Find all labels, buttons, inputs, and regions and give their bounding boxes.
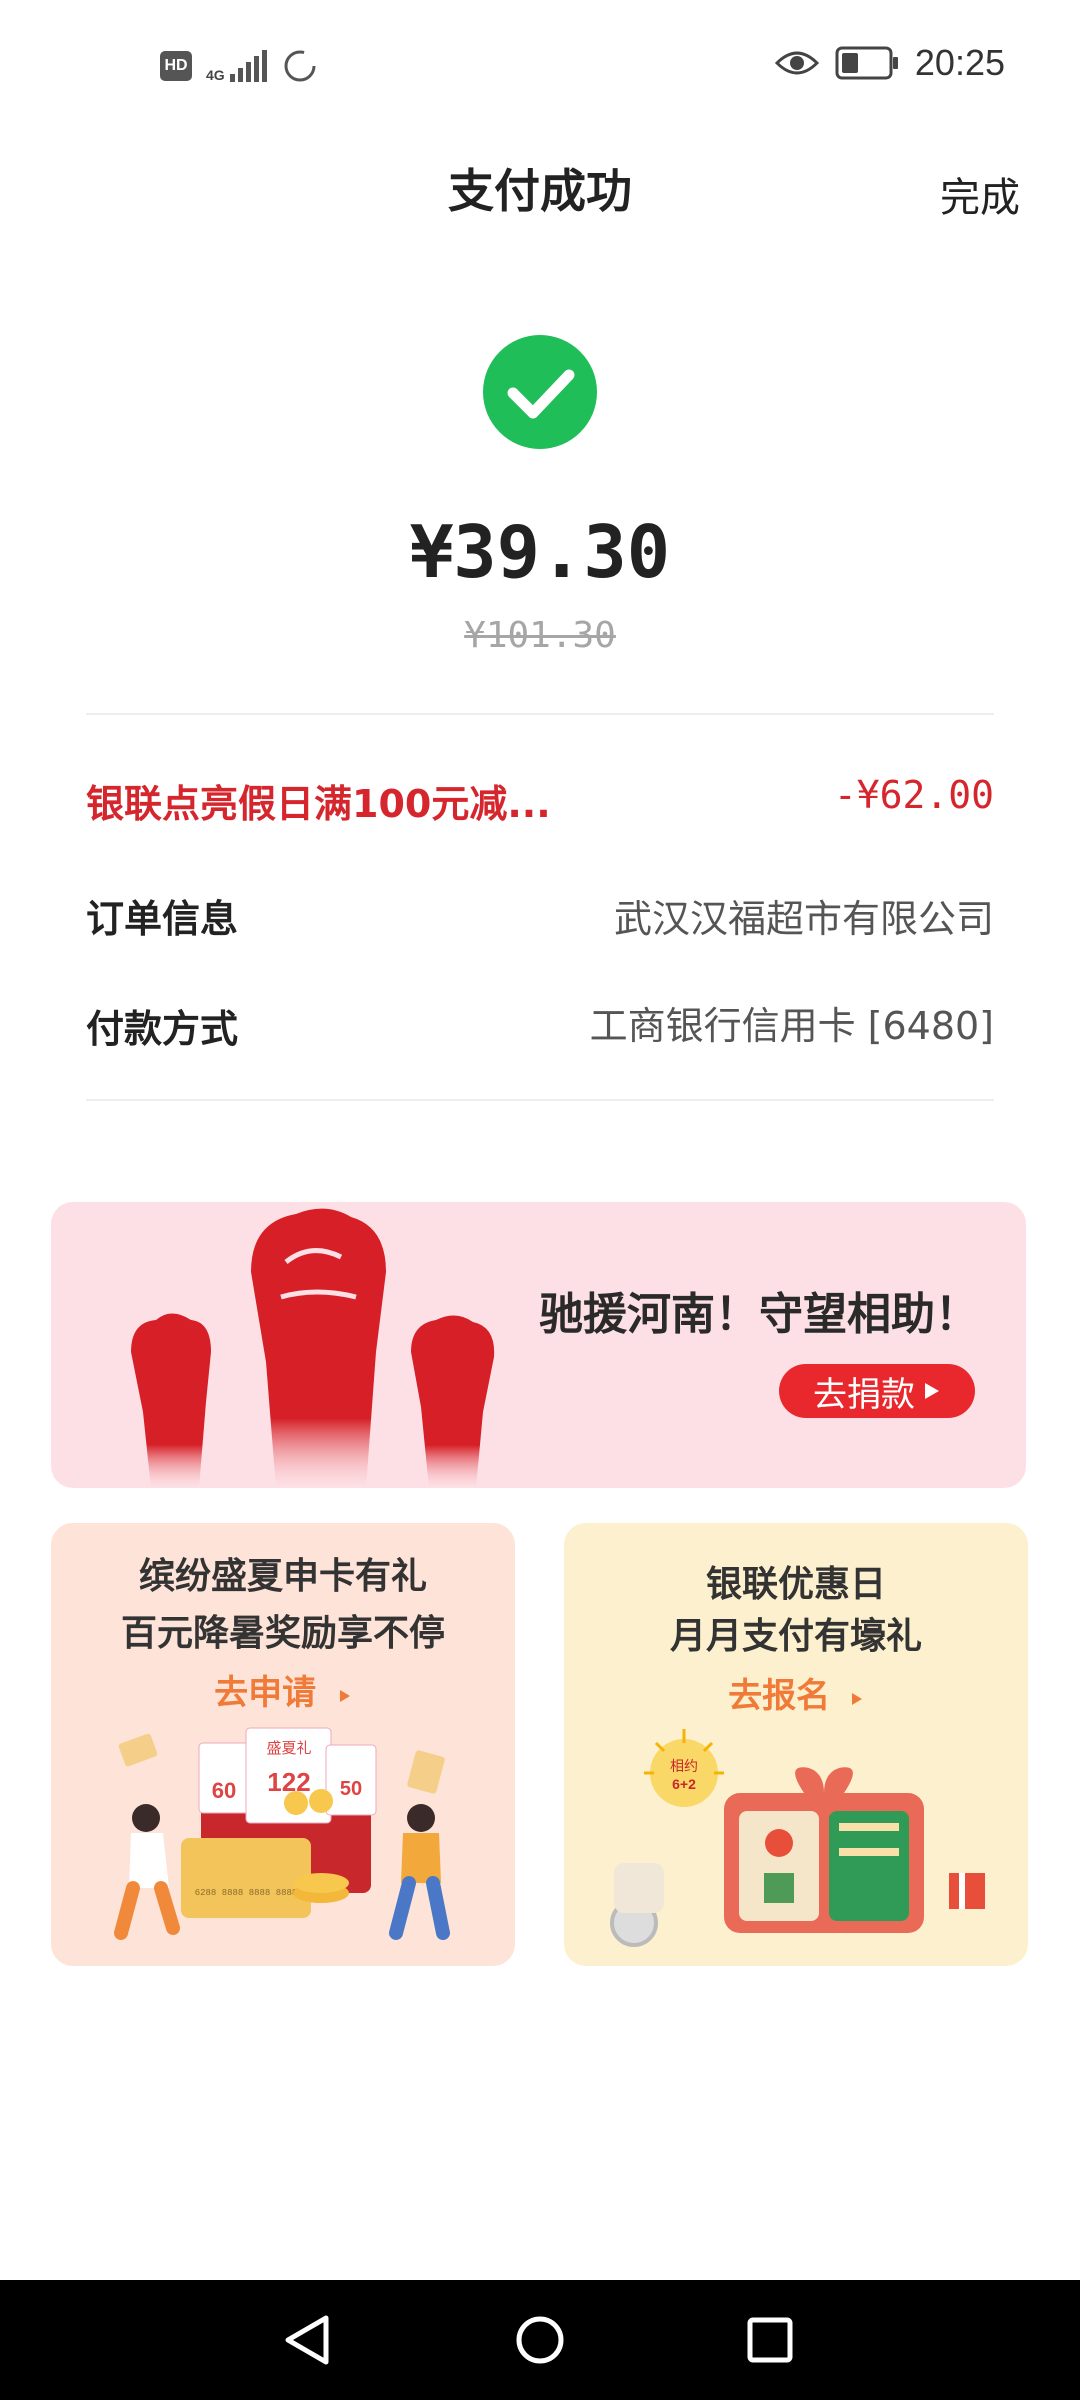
discount-label[interactable]: 银联点亮假日满100元减...: [86, 773, 551, 828]
status-bar: HD 4G 20:25: [0, 0, 1080, 130]
divider: [86, 713, 994, 715]
network-type-label: 4G: [206, 67, 225, 83]
card-subline: 百元降暑奖励享不停: [120, 1613, 445, 1654]
card-unionpay-day[interactable]: 银联优惠日 月月支付有壕礼 去报名 相约 6+2: [564, 1523, 1028, 1966]
promo-gift-illustration: 60 盛夏礼 122 50 6288 8888 8888 8888: [114, 1727, 450, 1940]
status-left: HD 4G: [160, 48, 318, 84]
card-headline: 缤纷盛夏申卡有礼: [138, 1556, 427, 1597]
donate-button-label: 去捐款: [813, 1374, 915, 1415]
system-nav-bar: [0, 2280, 1080, 2400]
svg-text:6+2: 6+2: [672, 1776, 696, 1792]
merchant-name: 武汉汉福超市有限公司: [613, 897, 994, 941]
eye-icon: [774, 51, 819, 75]
loading-icon: [284, 50, 316, 82]
svg-text:相约: 相约: [670, 1759, 698, 1775]
divider: [86, 1099, 994, 1101]
apply-link[interactable]: 去申请: [51, 1665, 515, 1714]
svg-text:60: 60: [212, 1778, 236, 1803]
original-amount: ¥101.30: [464, 615, 616, 656]
svg-text:50: 50: [340, 1778, 362, 1800]
card-apply-promo[interactable]: 缤纷盛夏申卡有礼 百元降暑奖励享不停 去申请 60 盛夏礼 122 50 628…: [51, 1523, 515, 1966]
success-check-icon: [483, 335, 597, 449]
done-button[interactable]: 完成: [940, 165, 1020, 223]
page-title: 支付成功: [448, 164, 632, 218]
play-arrow-icon: [925, 1383, 939, 1399]
clock: 20:25: [914, 42, 1005, 83]
svg-text:6288 8888 8888 8888: 6288 8888 8888 8888: [195, 1888, 298, 1898]
home-icon[interactable]: [480, 2280, 600, 2400]
payment-method-value: 工商银行信用卡 [6480]: [589, 1004, 994, 1048]
back-icon[interactable]: [248, 2280, 368, 2400]
donation-banner[interactable]: 驰援河南！守望相助！ 去捐款: [51, 1202, 1026, 1488]
svg-text:122: 122: [267, 1767, 310, 1797]
svg-text:盛夏礼: 盛夏礼: [266, 1739, 311, 1757]
banner-slogan: 驰援河南！守望相助！: [539, 1289, 979, 1340]
signal-icon: 4G: [206, 50, 268, 82]
card-headline: 银联优惠日: [705, 1564, 886, 1605]
paid-amount: ¥39.30: [409, 510, 671, 594]
signup-link[interactable]: 去报名: [564, 1668, 1028, 1717]
battery-icon: [835, 46, 898, 80]
status-right: 20:25: [774, 42, 1005, 84]
play-arrow-icon: [851, 1693, 862, 1705]
play-arrow-icon: [339, 1690, 350, 1702]
raised-fists-illustration: [131, 1208, 495, 1488]
discount-value: -¥62.00: [833, 773, 994, 817]
storefront-illustration: 相约 6+2: [610, 1729, 985, 1947]
payment-method-label: 付款方式: [86, 1007, 239, 1051]
recents-icon[interactable]: [710, 2280, 830, 2400]
card-subline: 月月支付有壕礼: [669, 1616, 922, 1657]
order-info-label: 订单信息: [86, 897, 239, 941]
donate-button[interactable]: 去捐款: [779, 1364, 975, 1418]
hd-icon: HD: [160, 51, 192, 81]
